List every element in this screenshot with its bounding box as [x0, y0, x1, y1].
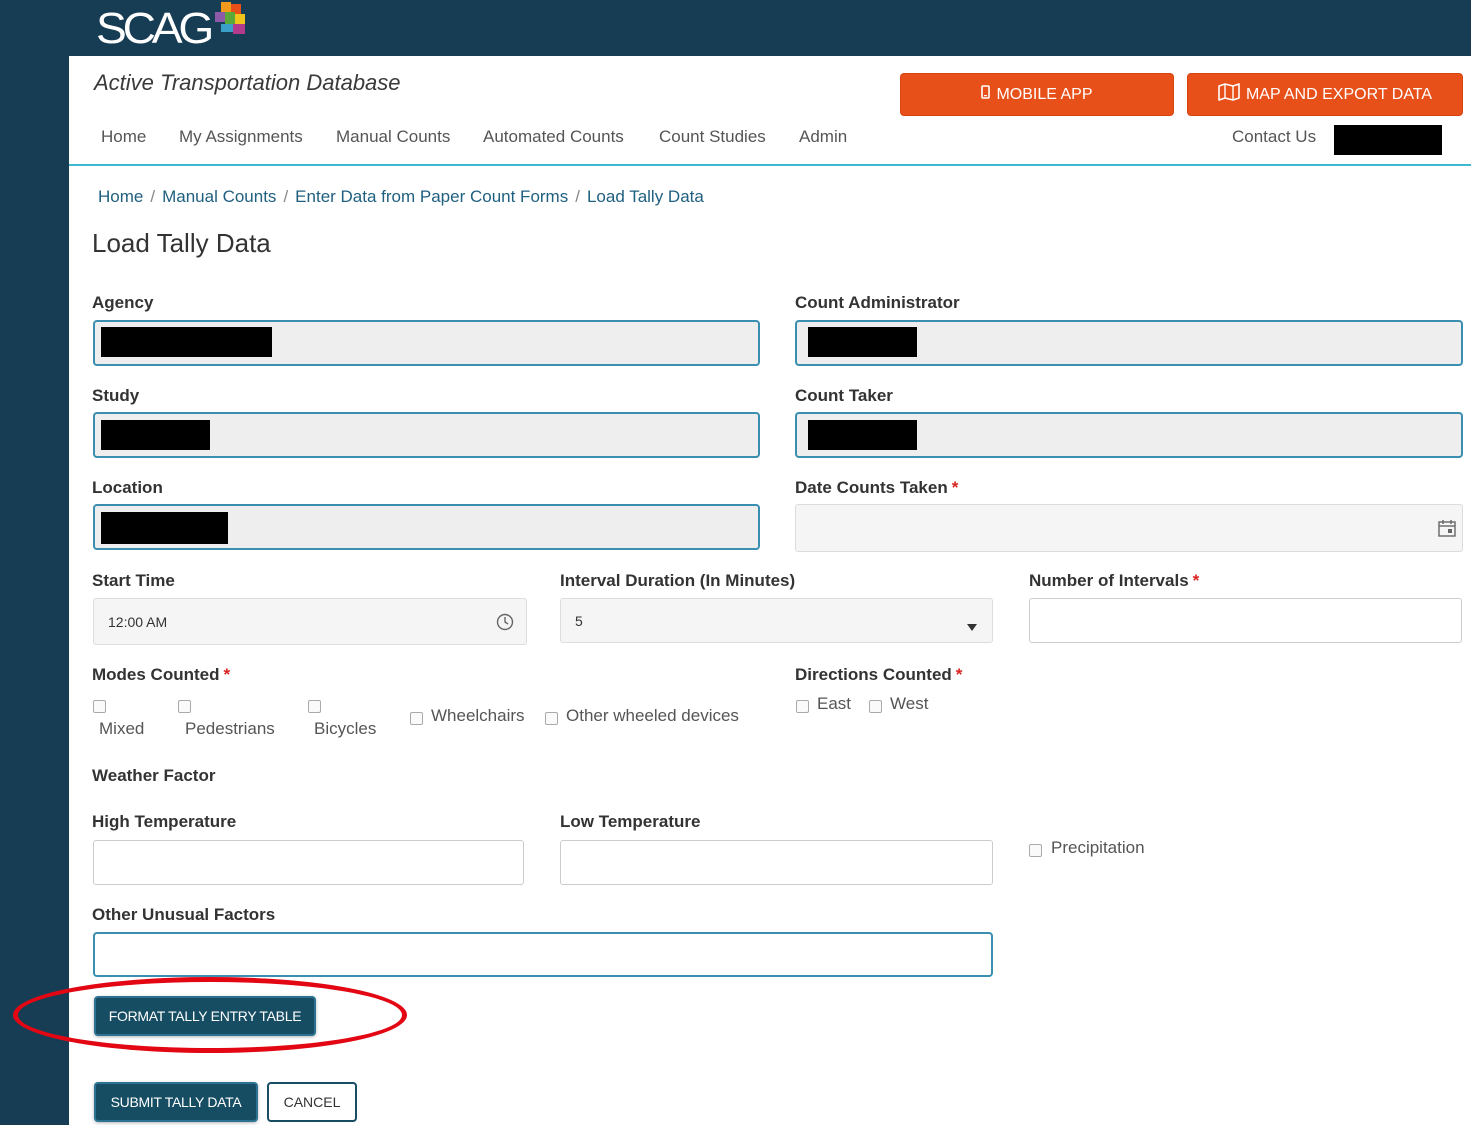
scag-logo[interactable]: SCAG [96, 2, 251, 54]
app-title: Active Transportation Database [94, 70, 401, 95]
interval-duration-select[interactable]: 5 [560, 598, 993, 643]
nav-my-assignments[interactable]: My Assignments [179, 127, 303, 147]
start-time-label: Start Time [92, 571, 175, 590]
nav-automated-counts[interactable]: Automated Counts [483, 127, 624, 147]
mode-pedestrians-checkbox[interactable] [178, 700, 191, 713]
date-counts-label: Date Counts Taken * [795, 478, 959, 497]
location-label: Location [92, 478, 163, 497]
nav-home[interactable]: Home [101, 127, 146, 147]
calendar-icon[interactable] [1438, 519, 1456, 541]
interval-duration-value: 5 [575, 612, 583, 629]
direction-east-checkbox[interactable] [796, 700, 809, 713]
weather-factor-label: Weather Factor [92, 766, 216, 785]
redacted-user-menu[interactable] [1334, 125, 1442, 155]
num-intervals-input[interactable] [1029, 598, 1462, 643]
redacted-value [808, 327, 917, 357]
submit-tally-data-button[interactable]: SUBMIT TALLY DATA [94, 1082, 258, 1122]
caret-down-icon [967, 616, 977, 635]
redacted-value [101, 420, 210, 450]
nav-count-studies[interactable]: Count Studies [659, 127, 766, 147]
logo-text: SCAG [96, 4, 214, 53]
low-temp-label: Low Temperature [560, 812, 701, 831]
map-export-label: MAP AND EXPORT DATA [1245, 85, 1433, 103]
start-time-value: 12:00 AM [108, 613, 168, 630]
study-label: Study [92, 386, 140, 405]
breadcrumb-separator: / [575, 187, 580, 206]
count-taker-label: Count Taker [795, 386, 893, 405]
high-temp-input[interactable] [93, 840, 524, 885]
clock-icon[interactable] [496, 613, 514, 635]
study-field[interactable] [93, 412, 760, 458]
main-nav: Home My Assignments Manual Counts Automa… [69, 114, 1471, 166]
mobile-app-label: MOBILE APP [996, 85, 1093, 103]
direction-west-label: West [890, 694, 929, 713]
breadcrumb-separator: / [283, 187, 289, 206]
mode-bicycles-checkbox[interactable] [308, 700, 321, 713]
modes-counted-label: Modes Counted * [92, 665, 231, 684]
required-asterisk: * [955, 665, 963, 684]
breadcrumb: Home / Manual Counts / Enter Data from P… [98, 187, 704, 207]
num-intervals-label: Number of Intervals * [1029, 571, 1200, 590]
other-factors-label: Other Unusual Factors [92, 905, 276, 924]
page-title: Load Tally Data [92, 228, 271, 258]
start-time-input[interactable]: 12:00 AM [93, 598, 527, 645]
breadcrumb-home[interactable]: Home [98, 187, 143, 207]
other-factors-input[interactable] [93, 932, 993, 977]
mode-mixed-label: Mixed [99, 719, 145, 738]
mode-wheelchairs-checkbox[interactable] [410, 712, 423, 725]
mode-other-wheeled-label: Other wheeled devices [566, 706, 739, 725]
map-icon [1218, 83, 1240, 106]
precipitation-checkbox[interactable] [1029, 844, 1042, 857]
high-temp-label: High Temperature [92, 812, 237, 831]
direction-east-label: East [817, 694, 852, 713]
format-tally-table-button[interactable]: FORMAT TALLY ENTRY TABLE [94, 996, 316, 1036]
nav-admin[interactable]: Admin [799, 127, 847, 147]
top-header-bar: SCAG [0, 0, 1471, 56]
breadcrumb-enter-data[interactable]: Enter Data from Paper Count Forms [295, 187, 568, 207]
nav-contact-us[interactable]: Contact Us [1232, 127, 1316, 147]
count-admin-field[interactable] [795, 320, 1463, 366]
redacted-value [101, 512, 228, 544]
mobile-app-button[interactable]: MOBILE APP [900, 73, 1174, 116]
agency-label: Agency [92, 293, 154, 312]
precipitation-label: Precipitation [1051, 838, 1145, 857]
map-export-button[interactable]: MAP AND EXPORT DATA [1187, 73, 1463, 116]
required-asterisk: * [223, 665, 231, 684]
breadcrumb-manual-counts[interactable]: Manual Counts [162, 187, 276, 207]
mode-wheelchairs-label: Wheelchairs [431, 706, 525, 725]
breadcrumb-separator: / [150, 187, 156, 206]
required-asterisk: * [951, 478, 959, 497]
page-content: Active Transportation Database MOBILE AP… [69, 56, 1471, 1125]
interval-duration-label: Interval Duration (In Minutes) [560, 571, 796, 590]
mode-mixed-checkbox[interactable] [93, 700, 106, 713]
mobile-phone-icon [981, 85, 991, 104]
count-taker-field[interactable] [795, 412, 1463, 458]
low-temp-input[interactable] [560, 840, 993, 885]
required-asterisk: * [1192, 571, 1200, 590]
agency-field[interactable] [93, 320, 760, 366]
cancel-button[interactable]: CANCEL [267, 1082, 357, 1122]
location-field[interactable] [93, 504, 760, 550]
count-admin-label: Count Administrator [795, 293, 960, 312]
redacted-value [101, 327, 272, 357]
direction-west-checkbox[interactable] [869, 700, 882, 713]
mode-pedestrians-label: Pedestrians [185, 719, 275, 738]
mode-other-wheeled-checkbox[interactable] [545, 712, 558, 725]
directions-counted-label: Directions Counted * [795, 665, 963, 684]
nav-manual-counts[interactable]: Manual Counts [336, 127, 450, 147]
breadcrumb-load-tally[interactable]: Load Tally Data [587, 187, 704, 207]
date-counts-input[interactable] [795, 504, 1463, 552]
mode-bicycles-label: Bicycles [314, 719, 377, 738]
redacted-value [808, 420, 917, 450]
logo-mark-icon [211, 2, 251, 42]
